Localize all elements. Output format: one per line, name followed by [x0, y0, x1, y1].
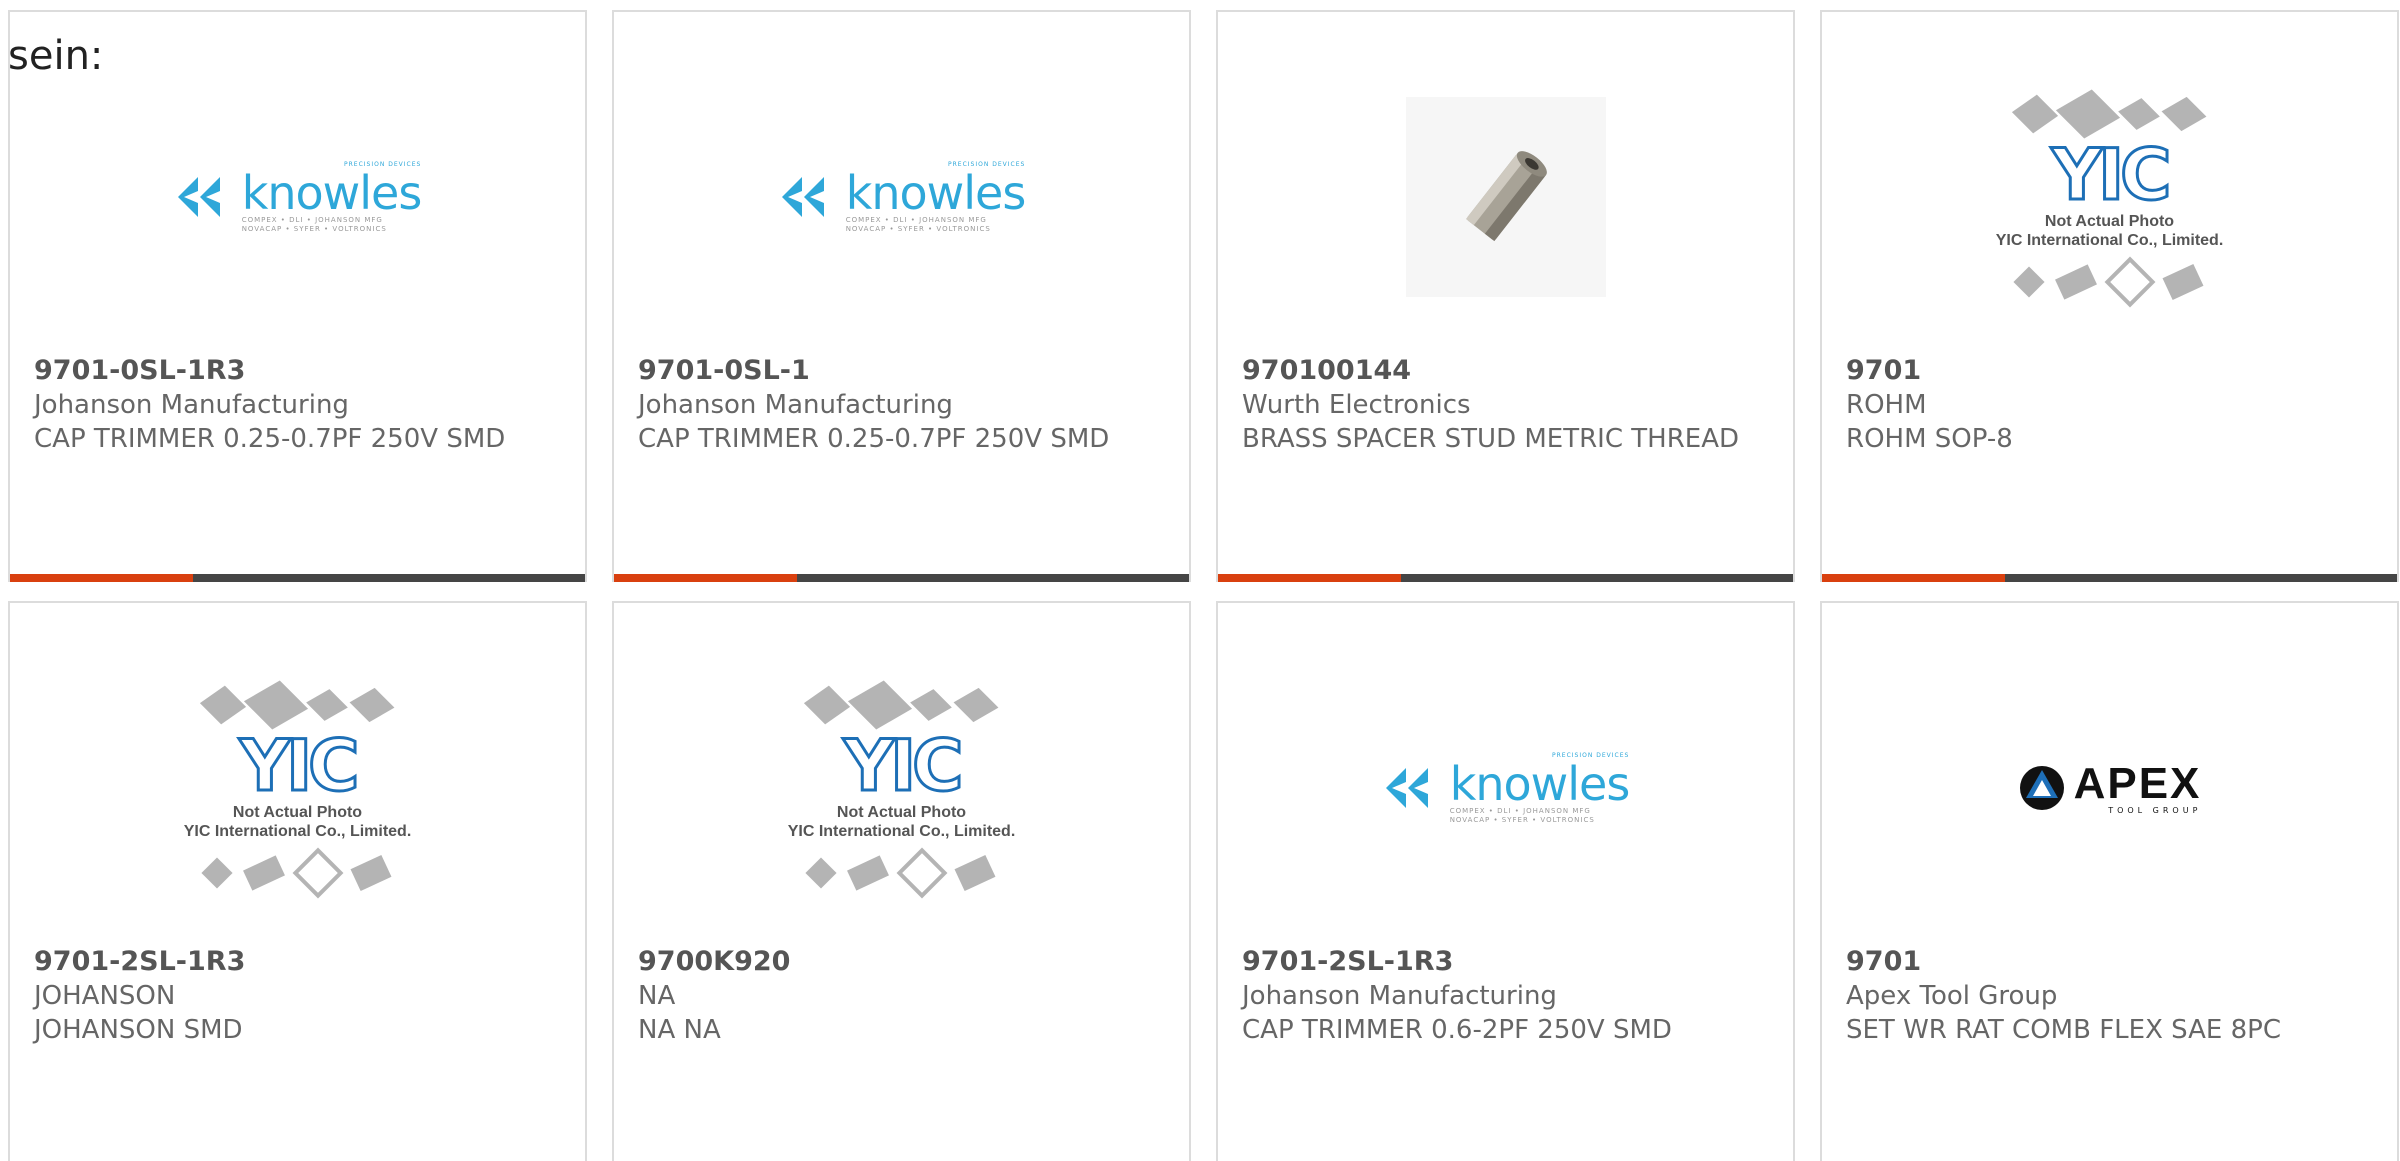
chip-icons-bottom	[805, 847, 996, 899]
card-bottom-bar	[614, 574, 1189, 582]
part-number[interactable]: 9700K920	[638, 945, 1165, 979]
product-image: YIC Not Actual Photo YIC International C…	[1822, 72, 2397, 322]
product-image: PRECISION DEVICES knowles COMPEX • DLI •…	[1218, 663, 1793, 913]
knowles-sub1: COMPEX • DLI • JOHANSON MFG	[845, 215, 987, 224]
description: BRASS SPACER STUD METRIC THREAD	[1242, 424, 1739, 454]
chip-icons-bottom	[201, 847, 392, 899]
yic-logo: YIC	[2050, 134, 2173, 216]
yic-placeholder: YIC Not Actual Photo YIC International C…	[183, 680, 412, 899]
apex-logo: APEX TOOL GROUP	[2018, 758, 2202, 815]
manufacturer: ROHM	[1846, 390, 1927, 420]
chip-icons-top	[200, 680, 395, 730]
product-card[interactable]: PRECISION DEVICES knowles COMPEX • DLI •…	[1216, 601, 1795, 1161]
card-bottom-bar	[10, 574, 585, 582]
knowles-mark-icon	[781, 177, 824, 217]
description: JOHANSON SMD	[34, 1015, 243, 1045]
apex-wordmark: APEX	[2073, 758, 2202, 808]
yic-caption-2: YIC International Co., Limited.	[787, 823, 1016, 840]
brass-spacer-photo	[1405, 97, 1606, 297]
description: NA NA	[638, 1015, 721, 1045]
yic-caption-2: YIC International Co., Limited.	[183, 823, 412, 840]
chip-icons-bottom	[2013, 256, 2204, 308]
description: CAP TRIMMER 0.25-0.7PF 250V SMD	[34, 424, 506, 454]
product-card[interactable]: YIC Not Actual Photo YIC International C…	[8, 601, 587, 1161]
manufacturer: Johanson Manufacturing	[638, 390, 953, 420]
part-number[interactable]: 9701-0SL-1R3	[34, 354, 561, 388]
knowles-logo: PRECISION DEVICES knowles COMPEX • DLI •…	[778, 161, 1026, 234]
product-card[interactable]: PRECISION DEVICES knowles COMPEX • DLI •…	[612, 10, 1191, 582]
product-info: 9701-2SL-1R3 JOHANSON JOHANSON SMD	[34, 945, 561, 1047]
product-image: YIC Not Actual Photo YIC International C…	[614, 663, 1189, 913]
description: SET WR RAT COMB FLEX SAE 8PC	[1846, 1015, 2281, 1045]
part-number[interactable]: 970100144	[1242, 354, 1769, 388]
manufacturer: JOHANSON	[34, 981, 176, 1011]
knowles-logo: PRECISION DEVICES knowles COMPEX • DLI •…	[174, 161, 422, 234]
part-number[interactable]: 9701	[1846, 945, 2373, 979]
yic-caption-1: Not Actual Photo	[2044, 213, 2175, 230]
product-info: 9701 ROHM ROHM SOP-8	[1846, 354, 2373, 456]
intro-text: sein:	[8, 33, 104, 79]
knowles-mark-icon	[1385, 768, 1428, 808]
knowles-sub2: NOVACAP • SYFER • VOLTRONICS	[1449, 815, 1595, 824]
knowles-wordmark: knowles	[845, 165, 1027, 220]
yic-caption-2: YIC International Co., Limited.	[1995, 232, 2224, 249]
part-number[interactable]: 9701-0SL-1	[638, 354, 1165, 388]
product-info: 9701 Apex Tool Group SET WR RAT COMB FLE…	[1846, 945, 2373, 1047]
yic-placeholder: YIC Not Actual Photo YIC International C…	[1995, 89, 2224, 308]
manufacturer: Johanson Manufacturing	[1242, 981, 1557, 1011]
description: CAP TRIMMER 0.25-0.7PF 250V SMD	[638, 424, 1110, 454]
product-info: 9700K920 NA NA NA	[638, 945, 1165, 1047]
knowles-wordmark: knowles	[241, 165, 423, 220]
manufacturer: NA	[638, 981, 676, 1011]
knowles-sub1: COMPEX • DLI • JOHANSON MFG	[1449, 806, 1591, 815]
page: PRECISION DEVICES knowles COMPEX • DLI •…	[0, 0, 2400, 1161]
product-image: YIC Not Actual Photo YIC International C…	[10, 663, 585, 913]
part-number[interactable]: 9701	[1846, 354, 2373, 388]
manufacturer: Apex Tool Group	[1846, 981, 2058, 1011]
product-card[interactable]: PRECISION DEVICES knowles COMPEX • DLI •…	[8, 10, 587, 582]
product-image: PRECISION DEVICES knowles COMPEX • DLI •…	[614, 72, 1189, 322]
product-card[interactable]: 970100144 Wurth Electronics BRASS SPACER…	[1216, 10, 1795, 582]
knowles-sub1: COMPEX • DLI • JOHANSON MFG	[241, 215, 383, 224]
product-info: 9701-0SL-1 Johanson Manufacturing CAP TR…	[638, 354, 1165, 456]
product-info: 970100144 Wurth Electronics BRASS SPACER…	[1242, 354, 1769, 456]
chip-icons-top	[804, 680, 999, 730]
apex-mark-icon	[2019, 766, 2064, 810]
part-number[interactable]: 9701-2SL-1R3	[34, 945, 561, 979]
part-number[interactable]: 9701-2SL-1R3	[1242, 945, 1769, 979]
card-bottom-bar	[1218, 574, 1793, 582]
product-info: 9701-0SL-1R3 Johanson Manufacturing CAP …	[34, 354, 561, 456]
product-image	[1218, 72, 1793, 322]
yic-caption-1: Not Actual Photo	[232, 804, 363, 821]
product-card[interactable]: YIC Not Actual Photo YIC International C…	[612, 601, 1191, 1161]
knowles-wordmark: knowles	[1449, 756, 1631, 811]
yic-logo: YIC	[238, 725, 361, 807]
product-info: 9701-2SL-1R3 Johanson Manufacturing CAP …	[1242, 945, 1769, 1047]
product-card[interactable]: APEX TOOL GROUP 9701 Apex Tool Group SET…	[1820, 601, 2399, 1161]
product-grid: PRECISION DEVICES knowles COMPEX • DLI •…	[8, 10, 2399, 1161]
card-bottom-bar	[1822, 574, 2397, 582]
product-card[interactable]: YIC Not Actual Photo YIC International C…	[1820, 10, 2399, 582]
description: ROHM SOP-8	[1846, 424, 2013, 454]
product-image: PRECISION DEVICES knowles COMPEX • DLI •…	[10, 72, 585, 322]
yic-caption-1: Not Actual Photo	[836, 804, 967, 821]
description: CAP TRIMMER 0.6-2PF 250V SMD	[1242, 1015, 1672, 1045]
yic-placeholder: YIC Not Actual Photo YIC International C…	[787, 680, 1016, 899]
knowles-sub2: NOVACAP • SYFER • VOLTRONICS	[845, 224, 991, 233]
knowles-sub2: NOVACAP • SYFER • VOLTRONICS	[241, 224, 387, 233]
product-image: APEX TOOL GROUP	[1822, 663, 2397, 913]
chip-icons-top	[2012, 89, 2207, 139]
manufacturer: Wurth Electronics	[1242, 390, 1471, 420]
knowles-mark-icon	[177, 177, 220, 217]
knowles-logo: PRECISION DEVICES knowles COMPEX • DLI •…	[1382, 752, 1630, 825]
manufacturer: Johanson Manufacturing	[34, 390, 349, 420]
yic-logo: YIC	[842, 725, 965, 807]
